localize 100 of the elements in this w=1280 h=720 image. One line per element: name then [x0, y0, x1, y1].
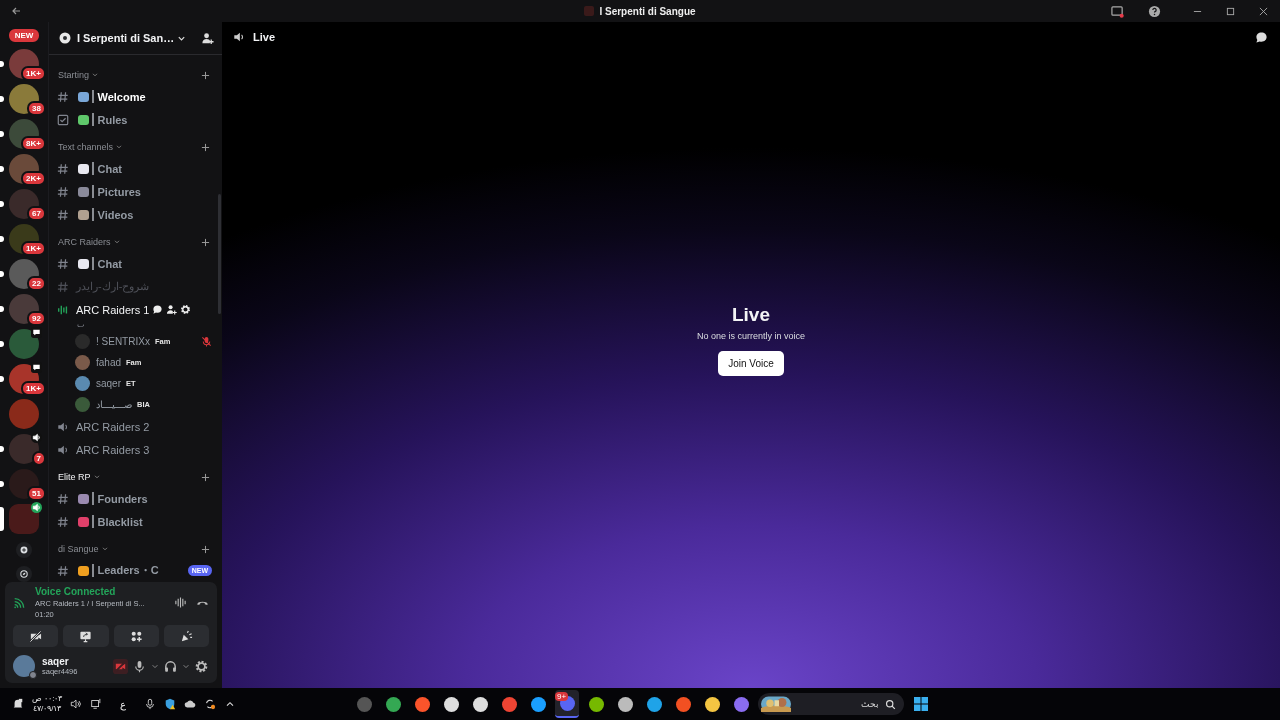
cloud-icon[interactable] — [184, 698, 197, 710]
chevron-down-icon — [115, 143, 124, 151]
channel-item[interactable]: Chat — [53, 252, 216, 275]
noise-suppression-icon[interactable] — [174, 596, 187, 609]
hash-icon — [57, 564, 69, 577]
headphones-icon[interactable] — [163, 658, 178, 674]
join-voice-button[interactable]: Join Voice — [718, 351, 784, 376]
server-icon[interactable] — [9, 504, 39, 534]
hash-icon — [57, 280, 69, 293]
server-icon[interactable] — [9, 294, 39, 324]
channel-item[interactable]: Videos — [53, 203, 216, 226]
hash-icon — [57, 185, 69, 198]
user-name: صـــيـــاد — [96, 399, 132, 410]
channel-name: Leaders・C — [97, 563, 159, 578]
screen-share-icon[interactable] — [1111, 4, 1124, 18]
server-badge-icon — [59, 32, 71, 44]
mention-badge: 2K+ — [21, 171, 46, 186]
checkbox-icon — [57, 113, 69, 126]
network-icon[interactable] — [90, 698, 103, 710]
add-member-icon[interactable] — [166, 304, 178, 315]
mention-badge: 1K+ — [21, 381, 46, 396]
avatar[interactable] — [13, 655, 35, 677]
create-channel-icon[interactable] — [201, 237, 210, 247]
user-name: ! SENTRIXx — [96, 336, 150, 347]
chat-bubble-icon — [31, 362, 42, 373]
clock[interactable]: ٠٠:٠٣ ص ٤٧/٠٩/١٣ — [32, 694, 63, 714]
mention-badge: 38 — [27, 101, 46, 116]
shield-warning-icon[interactable] — [164, 698, 177, 710]
speaker-icon — [57, 420, 69, 433]
server-icon[interactable] — [9, 84, 39, 114]
channel-item[interactable]: Chat — [53, 157, 216, 180]
category-header[interactable]: ARC Raiders — [58, 237, 111, 247]
hash-icon — [57, 162, 69, 175]
sync-icon[interactable] — [204, 698, 217, 710]
speaker-icon — [31, 432, 42, 443]
help-icon[interactable] — [1148, 4, 1161, 18]
category-header[interactable]: di Sangue — [58, 544, 99, 554]
channel-name: Founders — [97, 492, 148, 505]
channel-item[interactable]: Blacklist — [53, 510, 216, 533]
channel-item[interactable]: ARC Raiders 3 — [53, 438, 216, 461]
speaker-icon — [57, 443, 69, 456]
search-field[interactable]: بحث — [795, 698, 881, 710]
maximize-icon[interactable] — [1226, 6, 1235, 16]
mention-badge: 1K+ — [21, 66, 46, 81]
signal-icon — [13, 596, 25, 609]
party-popper-icon — [179, 629, 193, 643]
settings-icon[interactable] — [180, 304, 192, 315]
close-icon[interactable] — [1259, 6, 1268, 16]
notification-icon[interactable] — [12, 698, 24, 710]
create-channel-icon[interactable] — [201, 142, 210, 152]
hash-icon — [57, 257, 69, 270]
category-header[interactable]: Starting — [58, 70, 90, 80]
chat-bubble-icon[interactable] — [152, 304, 164, 315]
channel-name: ARC Raiders 3 — [76, 443, 150, 456]
chevron-down-icon — [100, 545, 109, 553]
mention-badge: 92 — [27, 311, 46, 326]
category-header[interactable]: Text channels — [58, 142, 114, 152]
window-title: I Serpenti di Sangue — [599, 5, 696, 17]
mention-badge: 8K+ — [21, 136, 46, 151]
server-icon[interactable] — [9, 329, 39, 359]
settings-icon[interactable] — [194, 658, 209, 674]
channel-name: Videos — [97, 208, 134, 221]
windows-start-icon[interactable] — [913, 696, 929, 712]
channel-item[interactable]: ARC Raiders 2 — [53, 415, 216, 438]
channel-item[interactable]: Rules — [53, 108, 216, 131]
new-badge: NEW — [6, 27, 42, 44]
screen-share-button[interactable] — [63, 625, 109, 647]
create-channel-icon[interactable] — [201, 544, 210, 554]
chevron-down-icon — [91, 71, 100, 79]
channel-item[interactable]: Founders — [53, 487, 216, 510]
camera-off-icon[interactable] — [113, 658, 128, 674]
server-icon[interactable] — [9, 189, 39, 219]
mention-badge: 22 — [27, 276, 46, 291]
server-icon[interactable] — [9, 469, 39, 499]
search-bar[interactable]: بحث — [758, 693, 904, 715]
chat-bubble-icon[interactable] — [1255, 30, 1268, 44]
category-header[interactable]: Elite RP — [58, 472, 91, 482]
channel-status: ٮ — [76, 321, 86, 331]
microphone-icon[interactable] — [144, 698, 157, 710]
channel-item[interactable]: Welcome — [53, 85, 216, 108]
channel-item[interactable]: ARC Raiders 1 — [53, 298, 216, 321]
back-arrow-icon[interactable] — [11, 6, 21, 16]
channel-name: Blacklist — [97, 515, 143, 528]
language-indicator[interactable]: ع — [120, 698, 127, 710]
mention-badge: 67 — [27, 206, 46, 221]
channel-item[interactable]: Pictures — [53, 180, 216, 203]
server-header[interactable]: I Serpenti di San… — [49, 22, 222, 55]
server-icon[interactable] — [9, 259, 39, 289]
camera-toggle-button[interactable] — [13, 625, 59, 647]
microphone-icon[interactable] — [132, 658, 147, 674]
create-channel-icon[interactable] — [201, 70, 210, 80]
activities-button[interactable] — [113, 625, 159, 647]
chat-bubble-icon — [31, 327, 42, 338]
channel-name: Chat — [97, 162, 122, 175]
add-member-icon[interactable] — [201, 31, 214, 45]
volume-icon[interactable] — [70, 698, 83, 710]
chevron-down-icon — [112, 238, 121, 246]
taskbar-app[interactable]: 9+ — [555, 690, 579, 718]
create-channel-icon[interactable] — [201, 472, 210, 482]
soundboard-button[interactable] — [163, 625, 209, 647]
